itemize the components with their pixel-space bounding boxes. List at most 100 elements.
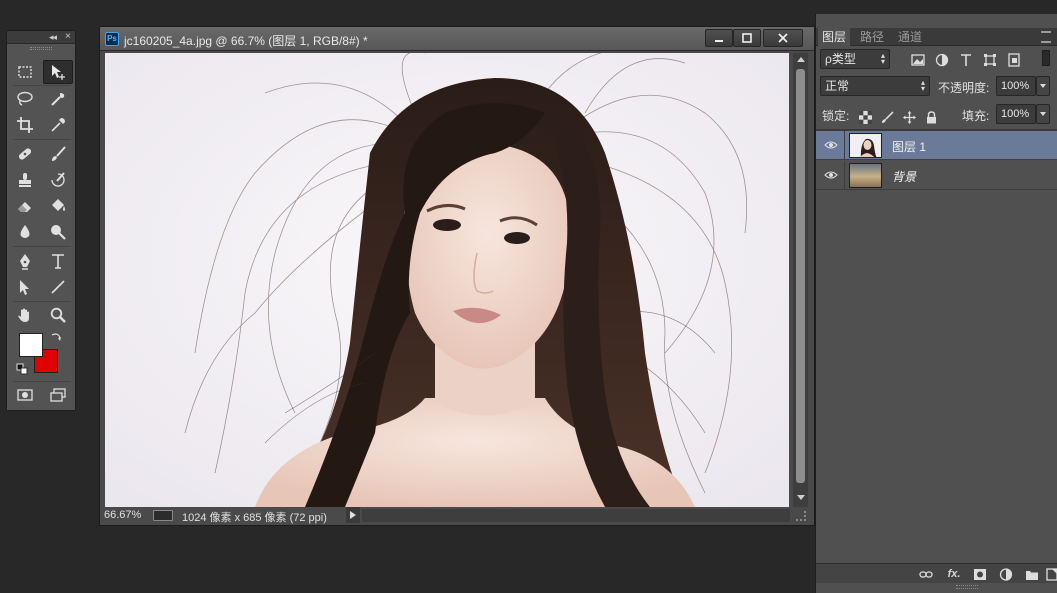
swap-colors-icon[interactable] bbox=[50, 331, 62, 343]
link-layers-button[interactable] bbox=[918, 567, 934, 581]
history-brush-tool[interactable] bbox=[43, 168, 73, 192]
maximize-button[interactable] bbox=[733, 29, 761, 47]
tool-row bbox=[7, 303, 77, 327]
layer-style-button[interactable]: fx. bbox=[946, 567, 962, 581]
scroll-down-icon[interactable] bbox=[797, 495, 805, 500]
panel-menu-icon[interactable] bbox=[1041, 31, 1051, 43]
visibility-eye-icon[interactable] bbox=[824, 168, 838, 182]
layer-filter-dropdown[interactable]: ρ类型 ▴ ▾ bbox=[820, 49, 890, 69]
image-canvas[interactable] bbox=[105, 53, 789, 507]
vertical-scrollbar[interactable] bbox=[793, 53, 808, 507]
filter-pixel-button[interactable] bbox=[910, 52, 926, 68]
path-select-tool[interactable] bbox=[10, 275, 40, 299]
quick-select-icon bbox=[51, 93, 65, 106]
layer-row[interactable]: 背景 bbox=[816, 161, 1057, 190]
filter-type-button[interactable] bbox=[958, 52, 974, 68]
add-mask-button[interactable] bbox=[972, 567, 988, 581]
filter-toggle[interactable] bbox=[1042, 50, 1050, 66]
move-tool[interactable] bbox=[43, 60, 73, 84]
clone-stamp-tool[interactable] bbox=[10, 168, 40, 192]
document-title-bar[interactable]: Ps jc160205_4a.jpg @ 66.7% (图层 1, RGB/8#… bbox=[100, 27, 814, 51]
layer-row[interactable]: 图层 1 bbox=[816, 131, 1057, 160]
lock-transparent-button[interactable] bbox=[858, 110, 872, 124]
visibility-eye-icon[interactable] bbox=[824, 138, 838, 152]
shape-icon bbox=[984, 54, 996, 66]
new-group-button[interactable] bbox=[1024, 567, 1040, 581]
smart-object-icon bbox=[1008, 53, 1020, 67]
chevron-down-icon bbox=[1040, 84, 1046, 88]
filter-smart-object-button[interactable] bbox=[1006, 52, 1022, 68]
screen-mode-button[interactable] bbox=[43, 383, 73, 407]
layer-thumbnail bbox=[849, 163, 882, 188]
paint-bucket-tool[interactable] bbox=[43, 194, 73, 218]
close-window-button[interactable] bbox=[763, 29, 803, 47]
tool-row bbox=[7, 142, 77, 166]
new-adjustment-layer-button[interactable] bbox=[998, 567, 1014, 581]
chevron-right-icon bbox=[350, 511, 356, 519]
lock-pixels-button[interactable] bbox=[880, 110, 894, 124]
fill-input[interactable]: 100% bbox=[996, 104, 1036, 124]
zoom-level[interactable]: 66.67% bbox=[104, 509, 141, 521]
filter-shape-button[interactable] bbox=[982, 52, 998, 68]
panel-resize-grip[interactable] bbox=[956, 585, 978, 589]
lock-all-button[interactable] bbox=[924, 110, 938, 124]
document-title: jc160205_4a.jpg @ 66.7% (图层 1, RGB/8#) * bbox=[124, 34, 368, 48]
close-panel-icon[interactable]: × bbox=[65, 31, 71, 42]
opacity-slider-button[interactable] bbox=[1036, 76, 1050, 96]
quick-mask-button[interactable] bbox=[10, 383, 40, 407]
pen-icon bbox=[20, 254, 30, 270]
dodge-tool[interactable] bbox=[43, 220, 73, 244]
lasso-tool[interactable] bbox=[10, 87, 40, 111]
blur-tool[interactable] bbox=[10, 220, 40, 244]
brush-icon bbox=[881, 110, 894, 123]
hand-tool[interactable] bbox=[10, 303, 40, 327]
tab-layers[interactable]: 图层 bbox=[818, 28, 851, 46]
new-layer-icon bbox=[1046, 567, 1057, 581]
eyedropper-tool[interactable] bbox=[43, 113, 73, 137]
lock-position-button[interactable] bbox=[902, 110, 916, 124]
pen-tool[interactable] bbox=[10, 249, 40, 273]
filter-adjustment-button[interactable] bbox=[934, 52, 950, 68]
line-tool[interactable] bbox=[43, 275, 73, 299]
zoom-tool[interactable] bbox=[43, 303, 73, 327]
resize-grip[interactable] bbox=[796, 511, 806, 521]
tool-row bbox=[7, 194, 77, 218]
history-brush-icon bbox=[51, 172, 65, 187]
marquee-tool[interactable] bbox=[10, 60, 40, 84]
eraser-tool[interactable] bbox=[10, 194, 40, 218]
scroll-up-icon[interactable] bbox=[797, 57, 805, 62]
type-tool[interactable] bbox=[43, 249, 73, 273]
link-icon bbox=[919, 570, 933, 578]
horizontal-scrollbar[interactable] bbox=[362, 509, 790, 522]
minimize-button[interactable] bbox=[705, 29, 733, 47]
photoshop-logo-icon: Ps bbox=[105, 32, 119, 46]
collapse-panel-icon[interactable]: ◂◂ bbox=[49, 32, 57, 43]
crop-icon bbox=[17, 117, 33, 133]
chevron-down-icon bbox=[1040, 112, 1046, 116]
folder-icon bbox=[1026, 570, 1038, 580]
opacity-input[interactable]: 100% bbox=[996, 76, 1036, 96]
new-layer-button[interactable] bbox=[1044, 567, 1057, 581]
panel-tabs: 图层 路径 通道 bbox=[816, 28, 1057, 46]
marquee-icon bbox=[18, 66, 32, 78]
layer-thumbnail-image bbox=[850, 134, 881, 157]
hand-icon bbox=[18, 308, 29, 322]
foreground-color-swatch[interactable] bbox=[19, 333, 43, 357]
quick-select-tool[interactable] bbox=[43, 87, 73, 111]
fill-slider-button[interactable] bbox=[1036, 104, 1050, 124]
brush-tool[interactable] bbox=[43, 142, 73, 166]
crop-tool[interactable] bbox=[10, 113, 40, 137]
status-menu-button[interactable] bbox=[346, 507, 360, 523]
status-info-icon[interactable] bbox=[153, 510, 173, 521]
tab-channels[interactable]: 通道 bbox=[894, 28, 926, 46]
scroll-thumb[interactable] bbox=[796, 69, 805, 483]
tab-paths[interactable]: 路径 bbox=[856, 28, 888, 46]
lock-label: 锁定: bbox=[822, 109, 850, 123]
minimize-icon bbox=[715, 40, 723, 42]
path-select-icon bbox=[20, 280, 29, 295]
blend-mode-dropdown[interactable]: 正常 ▴ ▾ bbox=[820, 76, 930, 96]
panel-grip[interactable] bbox=[7, 44, 75, 53]
type-icon bbox=[52, 254, 64, 269]
healing-brush-tool[interactable] bbox=[10, 142, 40, 166]
default-colors-icon[interactable] bbox=[16, 363, 28, 375]
